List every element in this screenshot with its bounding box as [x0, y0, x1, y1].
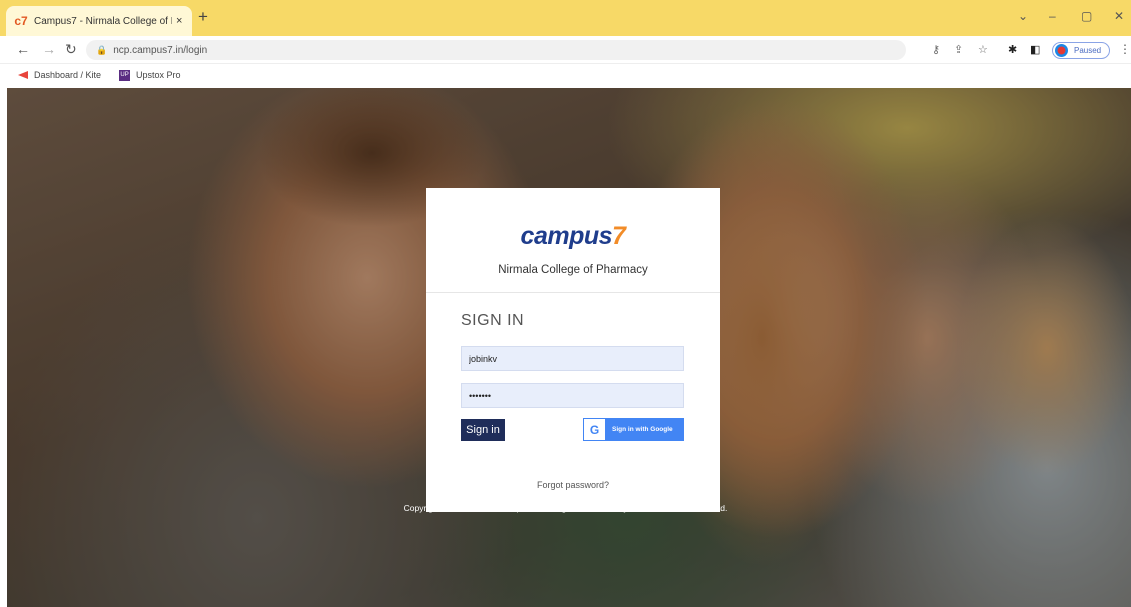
- key-icon[interactable]: ⚷: [932, 43, 940, 56]
- forward-button[interactable]: →: [42, 41, 56, 57]
- tab-strip: c7 Campus7 - Nirmala College of Ph × + ⌄…: [0, 0, 1131, 36]
- signin-button[interactable]: Sign in: [461, 419, 505, 441]
- profile-button[interactable]: Paused: [1052, 42, 1110, 59]
- copyright-text: Copyright © 2013 - 2023 Campus7 . All Ri…: [403, 503, 728, 513]
- tab-close-icon[interactable]: ×: [176, 15, 182, 27]
- browser-tab[interactable]: c7 Campus7 - Nirmala College of Ph ×: [6, 6, 192, 36]
- college-name: Nirmala College of Pharmacy: [498, 264, 648, 276]
- reload-button[interactable]: ↻: [65, 41, 77, 58]
- campus7-logo: campus7: [520, 222, 626, 250]
- url-text: ncp.campus7.in/login: [113, 44, 208, 56]
- new-tab-button[interactable]: +: [198, 8, 208, 25]
- avatar: [1055, 44, 1068, 57]
- menu-icon[interactable]: ⋮: [1119, 42, 1131, 56]
- password-input[interactable]: [461, 383, 684, 408]
- tab-search-icon[interactable]: ⌄: [1018, 9, 1028, 23]
- bookmark-kite[interactable]: Dashboard / Kite: [18, 70, 101, 80]
- bookmark-label: Upstox Pro: [136, 70, 181, 80]
- kite-icon: [18, 71, 28, 79]
- divider: [426, 292, 720, 293]
- address-bar-row: ← → ↻ 🔒 ncp.campus7.in/login ⚷ ⇪ ☆ ✱ ◧ P…: [0, 36, 1131, 64]
- google-signin-button[interactable]: G Sign in with Google: [583, 418, 684, 441]
- url-bar[interactable]: 🔒 ncp.campus7.in/login: [86, 40, 906, 60]
- google-signin-label: Sign in with Google: [612, 426, 673, 433]
- login-card: campus7 Nirmala College of Pharmacy SIGN…: [426, 188, 720, 512]
- sidepanel-icon[interactable]: ◧: [1030, 43, 1040, 56]
- bookmark-upstox[interactable]: UP Upstox Pro: [119, 69, 181, 81]
- minimize-button[interactable]: –: [1049, 9, 1056, 23]
- signin-heading: SIGN IN: [461, 312, 525, 329]
- back-button[interactable]: ←: [16, 41, 30, 57]
- campus7-favicon-icon: c7: [14, 14, 28, 28]
- upstox-icon: UP: [119, 69, 131, 81]
- share-icon[interactable]: ⇪: [954, 43, 963, 56]
- login-page-background: campus7 Nirmala College of Pharmacy SIGN…: [7, 88, 1131, 607]
- window-close-button[interactable]: ✕: [1114, 9, 1124, 23]
- profile-status: Paused: [1074, 46, 1102, 55]
- lock-icon[interactable]: 🔒: [96, 45, 107, 56]
- username-input[interactable]: [461, 346, 684, 371]
- bookmarks-bar: Dashboard / Kite UP Upstox Pro: [0, 64, 1131, 86]
- maximize-button[interactable]: ▢: [1081, 9, 1092, 23]
- extensions-icon[interactable]: ✱: [1008, 43, 1017, 56]
- bookmark-label: Dashboard / Kite: [34, 70, 102, 80]
- forgot-password-link[interactable]: Forgot password?: [426, 480, 720, 490]
- google-icon: G: [584, 419, 605, 440]
- tab-title: Campus7 - Nirmala College of Ph: [34, 15, 172, 27]
- star-icon[interactable]: ☆: [978, 43, 988, 56]
